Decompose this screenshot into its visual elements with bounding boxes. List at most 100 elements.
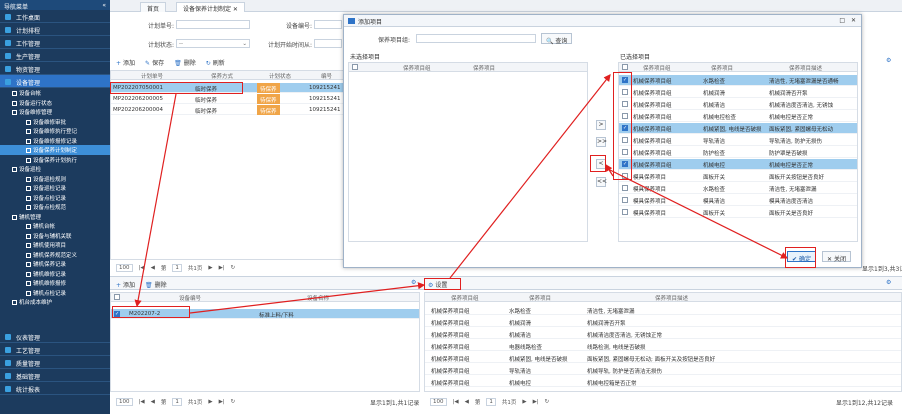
maximize-icon[interactable]: □	[839, 17, 845, 24]
table-row[interactable]: 机械保养项目组 机械紧固, 电线是否破损 面板紧固, 紧固螺母无松动; 面板开关及按…	[425, 353, 901, 363]
device-no-input[interactable]	[314, 20, 342, 29]
list-item[interactable]: 模具保养项目 面板开关 面板开关是否良好	[619, 207, 857, 218]
sidebar-item[interactable]: 工作管理	[0, 36, 110, 49]
table-row[interactable]: M202207-2 标准上料/下料	[111, 309, 419, 319]
last-page-icon[interactable]: ▶|	[219, 265, 225, 271]
list-item[interactable]: 机械保养项目组 机械电控 机械电控是否正常	[619, 159, 857, 170]
list-item[interactable]: 机械保养项目组 机械紧固, 电线是否破损 面板紧固, 紧固螺母无松动	[619, 123, 857, 134]
refresh-button[interactable]: ↻ 刷新	[206, 58, 225, 67]
search-button[interactable]: 🔍 查询	[541, 33, 573, 45]
item-checkbox[interactable]	[622, 77, 628, 83]
page-size-select[interactable]: 100	[430, 397, 447, 406]
sidebar-subitem[interactable]: 辅机点检记录	[0, 288, 110, 298]
sidebar-subitem[interactable]: 辅机使用项目	[0, 240, 110, 250]
prev-page-icon[interactable]: ◀	[465, 399, 469, 405]
page-size-select[interactable]: 100	[116, 263, 133, 272]
sidebar-item[interactable]: 设备管理	[0, 75, 110, 88]
plan-no-input[interactable]	[176, 20, 250, 29]
page-input[interactable]: 1	[172, 397, 182, 406]
page-input[interactable]: 1	[172, 263, 182, 272]
sidebar-subitem[interactable]: 设备维修管理	[0, 107, 110, 117]
sidebar-subitem[interactable]: 设备点检规范	[0, 202, 110, 212]
save-button[interactable]: ✎ 保存	[145, 58, 164, 67]
move-all-right-button[interactable]: >>	[596, 137, 607, 147]
table-row[interactable]: MP202207050001 临时保养 待保养 109215241	[111, 83, 344, 93]
item-checkbox[interactable]	[622, 185, 628, 191]
sidebar-item[interactable]: 物资管理	[0, 62, 110, 75]
item-checkbox[interactable]	[622, 101, 628, 107]
item-checkbox[interactable]	[622, 149, 628, 155]
sidebar-subitem[interactable]: 辅机台帐	[0, 221, 110, 231]
table-row[interactable]: 机械保养项目组 机械清洁 机械清洁度否清洁, 无锈蚀正常	[425, 329, 901, 339]
prev-page-icon[interactable]: ◀	[151, 265, 155, 271]
last-page-icon[interactable]: ▶|	[533, 399, 539, 405]
list-item[interactable]: 机械保养项目组 机械电控检查 机械电控是否正常	[619, 111, 857, 122]
gear-icon[interactable]: ⚙	[411, 279, 416, 286]
move-all-left-button[interactable]: <<	[596, 177, 607, 187]
sidebar-subitem[interactable]: 辅机维修报修	[0, 278, 110, 288]
first-page-icon[interactable]: |◀	[453, 399, 459, 405]
sidebar-subitem[interactable]: 设备维修报修记录	[0, 136, 110, 146]
next-page-icon[interactable]: ▶	[208, 265, 212, 271]
sidebar-item[interactable]: 统计报表	[0, 382, 110, 395]
list-item[interactable]: 机械保养项目组 导轨清洁 导轨清洁, 防护无损伤	[619, 135, 857, 146]
sidebar-item[interactable]: 工艺管理	[0, 343, 110, 356]
sidebar-item[interactable]: 基础管理	[0, 369, 110, 382]
plan-start-input[interactable]	[314, 39, 342, 48]
item-checkbox[interactable]	[622, 161, 628, 167]
page-size-select[interactable]: 100	[116, 397, 133, 406]
settings-button[interactable]: ⚙ 设置	[428, 280, 447, 289]
gear-icon[interactable]: ⚙	[886, 57, 891, 64]
gear-icon[interactable]: ⚙	[886, 279, 891, 286]
table-row[interactable]: 机械保养项目组 机械电控 机械电控箱是否正常	[425, 377, 901, 387]
table-row[interactable]: MP202206200005 临时保养 待保养 109215241	[111, 94, 344, 104]
move-left-button[interactable]: <	[596, 159, 606, 169]
sidebar-subitem[interactable]: 设备保养计划执行	[0, 155, 110, 165]
table-row[interactable]: 机械保养项目组 水路检查 清洁性, 无堵塞泄漏	[425, 305, 901, 315]
sidebar-subitem[interactable]: 设备运行状态	[0, 98, 110, 108]
sidebar-subitem[interactable]: 设备巡检记录	[0, 183, 110, 193]
item-checkbox[interactable]	[622, 89, 628, 95]
sidebar-item[interactable]: 计划排程	[0, 23, 110, 36]
sidebar-subitem[interactable]: 辅机维修记录	[0, 269, 110, 279]
sidebar-subitem[interactable]: 设备巡检	[0, 164, 110, 174]
sidebar-subitem[interactable]: 机台成本维护	[0, 297, 110, 307]
sidebar-subitem[interactable]: 辅机管理	[0, 212, 110, 222]
item-checkbox[interactable]	[622, 113, 628, 119]
tab-home[interactable]: 首页	[140, 2, 167, 13]
sidebar-subitem[interactable]: 设备维修执行登记	[0, 126, 110, 136]
sidebar-subitem[interactable]: 设备巡检规则	[0, 174, 110, 184]
reload-icon[interactable]: ↻	[545, 399, 550, 405]
move-right-button[interactable]: >	[596, 120, 606, 130]
list-item[interactable]: 机械保养项目组 机械清洁 机械清洁度否清洁, 无锈蚀	[619, 99, 857, 110]
sidebar-subitem[interactable]: 设备点检记录	[0, 193, 110, 203]
prev-page-icon[interactable]: ◀	[151, 399, 155, 405]
table-row[interactable]: 机械保养项目组 导轨清洁 机械导轨, 防护是否清洁无损伤	[425, 365, 901, 375]
item-checkbox[interactable]	[622, 197, 628, 203]
list-item[interactable]: 机械保养项目组 机械润滑 机械润滑否开泵	[619, 87, 857, 98]
sidebar-item[interactable]: 仪表管理	[0, 330, 110, 343]
delete-device-button[interactable]: 🗑 删除	[145, 280, 167, 289]
search-input[interactable]	[416, 34, 536, 43]
list-item[interactable]: 模具保养项目 面板开关 面板开关按钮是否良好	[619, 171, 857, 182]
item-checkbox[interactable]	[622, 125, 628, 131]
table-row[interactable]: MP202206200004 临时保养 待保养 109215241	[111, 105, 344, 115]
unselected-select-all-checkbox[interactable]	[352, 64, 358, 70]
tab-maintenance-plan[interactable]: 设备保养计划制定 ✕	[176, 2, 245, 13]
sidebar-collapse-icon[interactable]: «	[102, 2, 106, 9]
close-icon[interactable]: ✕	[851, 17, 856, 24]
add-button[interactable]: + 添加	[116, 58, 135, 67]
list-item[interactable]: 模具保养项目 模具清洁 模具清洁度否清洁	[619, 195, 857, 206]
table-row[interactable]: 机械保养项目组 机械润滑 机械润滑否开泵	[425, 317, 901, 327]
plan-status-select[interactable]: -- ⌄	[176, 39, 250, 48]
reload-icon[interactable]: ↻	[231, 399, 236, 405]
sidebar-subitem[interactable]: 辅机保养规范定义	[0, 250, 110, 260]
list-item[interactable]: 机械保养项目组 防护检查 防护罩是否破损	[619, 147, 857, 158]
list-item[interactable]: 模具保养项目 水路检查 清洁性, 无堵塞泄漏	[619, 183, 857, 194]
table-row[interactable]: 机械保养项目组 电器线路检查 线路检测, 电线是否破损	[425, 341, 901, 351]
item-checkbox[interactable]	[622, 137, 628, 143]
sidebar-item[interactable]: 生产管理	[0, 49, 110, 62]
list-item[interactable]: 机械保养项目组 水路检查 清洁性, 无堵塞泄漏是否通畅	[619, 75, 857, 86]
sidebar-subitem[interactable]: 辅机保养记录	[0, 259, 110, 269]
delete-button[interactable]: 🗑 删除	[174, 58, 196, 67]
